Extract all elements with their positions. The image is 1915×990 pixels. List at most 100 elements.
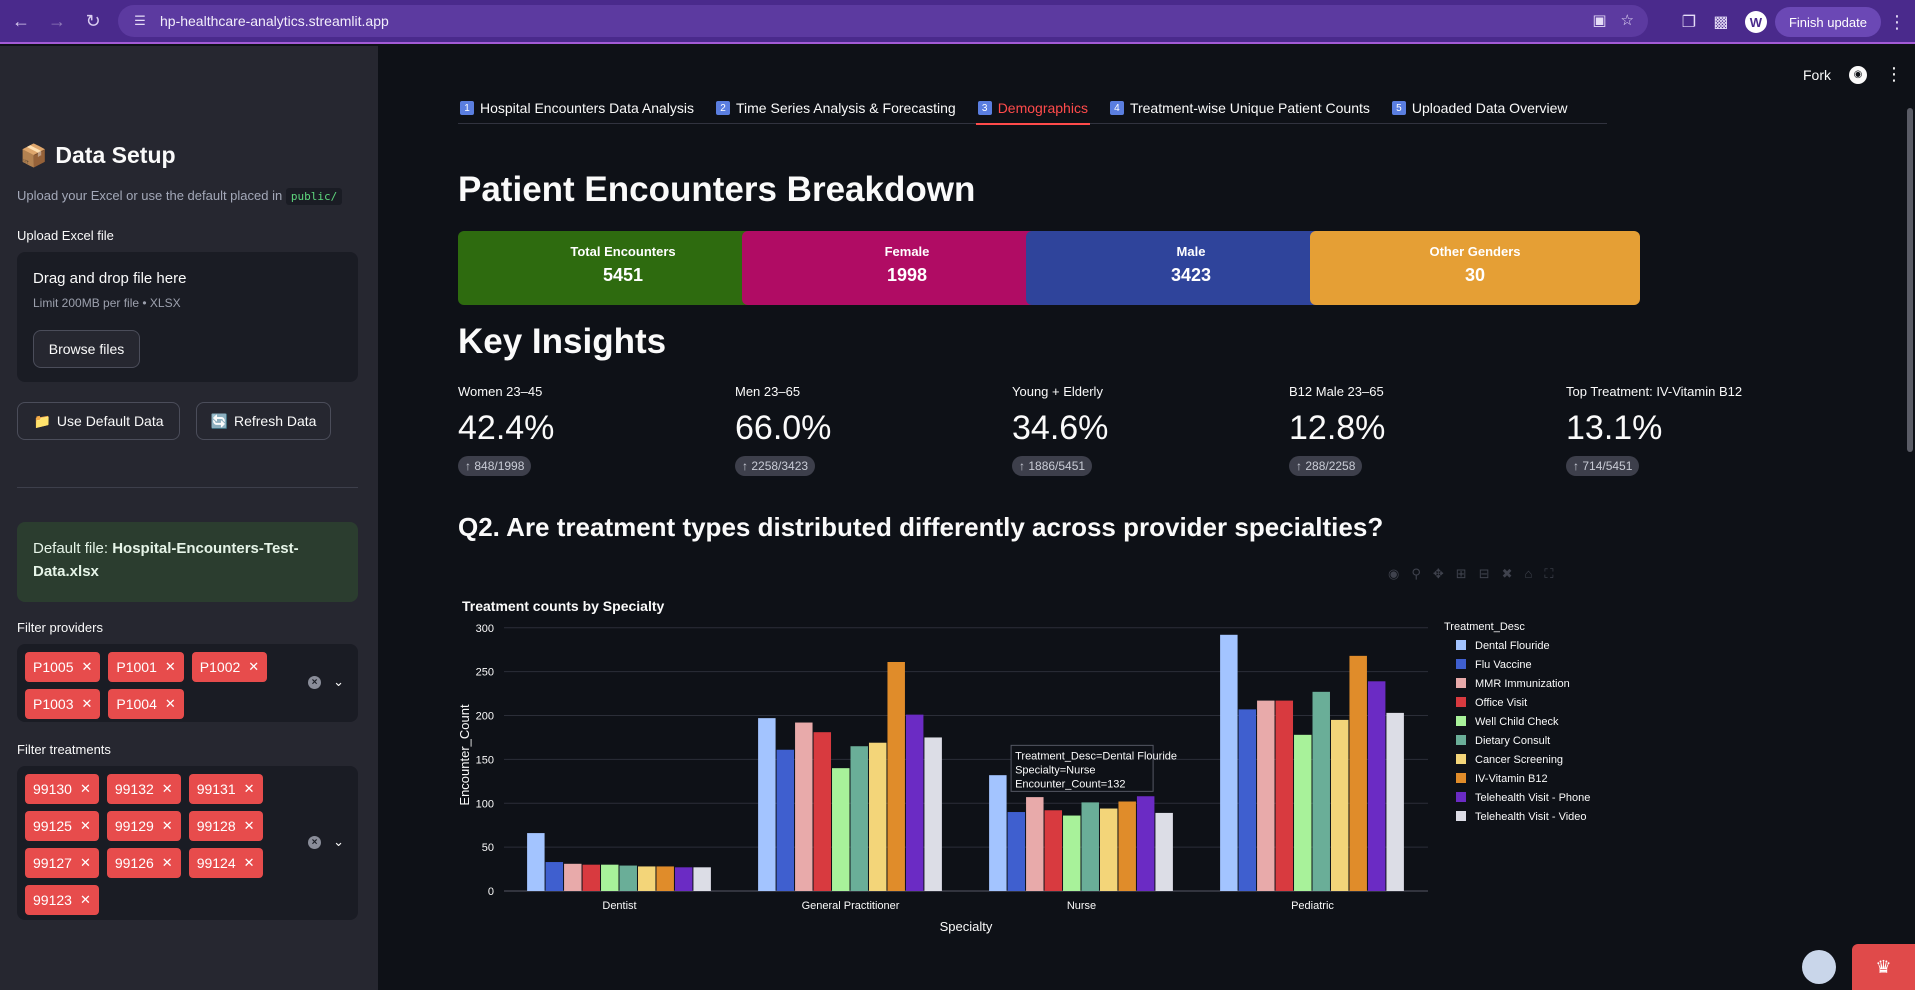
fork-link[interactable]: Fork: [1803, 67, 1831, 83]
chart-bar: [758, 718, 776, 891]
zoom-in-icon[interactable]: ⊞: [1456, 566, 1467, 582]
clear-treatments-icon[interactable]: ×: [308, 835, 322, 849]
address-bar[interactable]: ☰ hp-healthcare-analytics.streamlit.app …: [118, 5, 1648, 37]
tab-5[interactable]: 5 Uploaded Data Overview: [1390, 92, 1570, 124]
media-control-icon[interactable]: ▩: [1705, 12, 1737, 32]
url-text[interactable]: hp-healthcare-analytics.streamlit.app: [160, 13, 389, 29]
tab-2[interactable]: 2 Time Series Analysis & Forecasting: [714, 92, 958, 124]
metric-delta: ↑ 848/1998: [458, 456, 532, 476]
package-icon: 📦: [20, 142, 48, 168]
filter-chip[interactable]: P1005 ✕: [25, 652, 101, 682]
filter-chip[interactable]: P1002 ✕: [191, 652, 268, 682]
remove-chip-icon[interactable]: ✕: [81, 659, 92, 675]
install-app-icon[interactable]: ▣: [1592, 11, 1606, 29]
filter-chip[interactable]: P1003 ✕: [25, 689, 101, 719]
filter-chip[interactable]: 99128 ✕: [188, 811, 263, 841]
chart-bar: [1294, 734, 1312, 891]
use-default-data-button[interactable]: 📁 Use Default Data: [17, 402, 180, 440]
forward-arrow-icon[interactable]: →: [42, 6, 72, 36]
remove-chip-icon[interactable]: ✕: [162, 818, 173, 834]
x-tick-label: Pediatric: [1291, 900, 1334, 912]
site-settings-icon[interactable]: ☰: [132, 13, 148, 29]
camera-icon[interactable]: ◉: [1388, 566, 1399, 582]
provider-multiselect[interactable]: P1005 ✕ P1001 ✕ P1002 ✕ P1003 ✕ P1004 ✕ × ⌄: [17, 644, 358, 722]
scrollbar[interactable]: [1907, 108, 1913, 452]
stat-card-value: 5451: [602, 265, 644, 285]
remove-chip-icon[interactable]: ✕: [244, 781, 255, 797]
remove-chip-icon[interactable]: ✕: [244, 818, 255, 834]
filter-chip[interactable]: 99123 ✕: [25, 885, 99, 915]
zoom-icon[interactable]: ⚲: [1411, 566, 1421, 582]
filter-chip[interactable]: P1004 ✕: [108, 689, 184, 719]
chart-bar: [619, 865, 637, 891]
browser-toolbar: ← → ↻ ☰ hp-healthcare-analytics.streamli…: [0, 0, 1915, 44]
clear-providers-icon[interactable]: ×: [308, 675, 322, 689]
metric-value: 42.4%: [458, 409, 555, 447]
file-dropzone[interactable]: Drag and drop file here Limit 200MB per …: [17, 252, 358, 382]
treatment-multiselect[interactable]: 99130 ✕ 99132 ✕ 99131 ✕ 99125 ✕ 99129 ✕ 99128 ✕ 9912…: [17, 766, 358, 920]
crown-icon[interactable]: ♛: [1852, 944, 1915, 990]
reload-icon[interactable]: ↻: [78, 6, 108, 36]
filter-chip[interactable]: 99132 ✕: [106, 774, 181, 804]
legend-swatch: [1456, 716, 1466, 726]
metric-delta: ↑ 1886/5451: [1012, 456, 1093, 476]
y-tick-label: 100: [476, 798, 494, 810]
browse-files-button[interactable]: Browse files: [33, 330, 140, 368]
chart-bar: [1118, 801, 1136, 891]
refresh-data-button[interactable]: 🔄 Refresh Data: [196, 402, 331, 440]
caption-code: public/: [285, 188, 343, 205]
upload-label: Upload Excel file: [17, 228, 114, 243]
metric-label: Women 23–45: [458, 384, 543, 399]
zoom-out-icon[interactable]: ⊟: [1479, 566, 1490, 582]
filter-chip[interactable]: P1001 ✕: [108, 652, 184, 682]
remove-chip-icon[interactable]: ✕: [81, 696, 92, 712]
github-icon[interactable]: ◉: [1849, 65, 1867, 84]
remove-chip-icon[interactable]: ✕: [165, 696, 176, 712]
remove-chip-icon[interactable]: ✕: [80, 855, 91, 871]
chevron-down-icon[interactable]: ⌄: [333, 674, 344, 690]
stat-card-value: 30: [1464, 265, 1486, 285]
remove-chip-icon[interactable]: ✕: [80, 818, 91, 834]
profile-avatar[interactable]: W: [1744, 11, 1767, 33]
sidebar-divider: [17, 487, 358, 488]
tab-4[interactable]: 4 Treatment-wise Unique Patient Counts: [1108, 92, 1372, 124]
legend-item: Telehealth Visit - Phone: [1475, 792, 1590, 804]
legend-swatch: [1456, 659, 1466, 669]
streamlit-status-icon[interactable]: [1802, 950, 1836, 984]
filter-chip[interactable]: 99125 ✕: [25, 811, 99, 841]
browser-menu-icon[interactable]: ⋮: [1887, 12, 1907, 33]
chip-label: 99124: [196, 855, 236, 871]
fullscreen-icon[interactable]: ⛶: [1544, 566, 1553, 582]
remove-chip-icon[interactable]: ✕: [80, 781, 91, 797]
filter-chip[interactable]: 99131 ✕: [188, 774, 263, 804]
home-icon[interactable]: ⌂: [1525, 566, 1533, 582]
chip-label: 99125: [33, 818, 72, 834]
filter-chip[interactable]: 99129 ✕: [106, 811, 181, 841]
remove-chip-icon[interactable]: ✕: [162, 855, 173, 871]
filter-chip[interactable]: 99126 ✕: [106, 848, 181, 878]
filter-chip[interactable]: 99130 ✕: [25, 774, 99, 804]
extensions-icon[interactable]: ❐: [1673, 12, 1705, 32]
pan-icon[interactable]: ✥: [1433, 566, 1444, 582]
remove-chip-icon[interactable]: ✕: [165, 659, 176, 675]
metric-label: B12 Male 23–65: [1289, 384, 1384, 399]
autoscale-icon[interactable]: ✖: [1502, 566, 1513, 582]
remove-chip-icon[interactable]: ✕: [162, 781, 173, 797]
filter-chip[interactable]: 99124 ✕: [188, 848, 263, 878]
tab-1[interactable]: 1 Hospital Encounters Data Analysis: [458, 92, 696, 124]
remove-chip-icon[interactable]: ✕: [244, 855, 255, 871]
back-arrow-icon[interactable]: ←: [6, 6, 36, 36]
filter-chip[interactable]: 99127 ✕: [25, 848, 99, 878]
tab-3[interactable]: 3 Demographics: [975, 92, 1091, 125]
arrow-up-icon: ↑: [465, 459, 475, 473]
app-menu-icon[interactable]: ⋮: [1885, 64, 1903, 85]
tab-label: Uploaded Data Overview: [1411, 100, 1568, 116]
remove-chip-icon[interactable]: ✕: [80, 892, 91, 908]
remove-chip-icon[interactable]: ✕: [248, 659, 259, 675]
bookmark-star-icon[interactable]: ☆: [1621, 11, 1634, 29]
finish-update-button[interactable]: Finish update: [1774, 7, 1881, 37]
filter-providers-label: Filter providers: [17, 620, 103, 635]
chevron-down-icon[interactable]: ⌄: [333, 834, 344, 850]
tooltip-line: Treatment_Desc=Dental Flouride: [1015, 750, 1177, 762]
tab-label: Demographics: [997, 100, 1088, 116]
